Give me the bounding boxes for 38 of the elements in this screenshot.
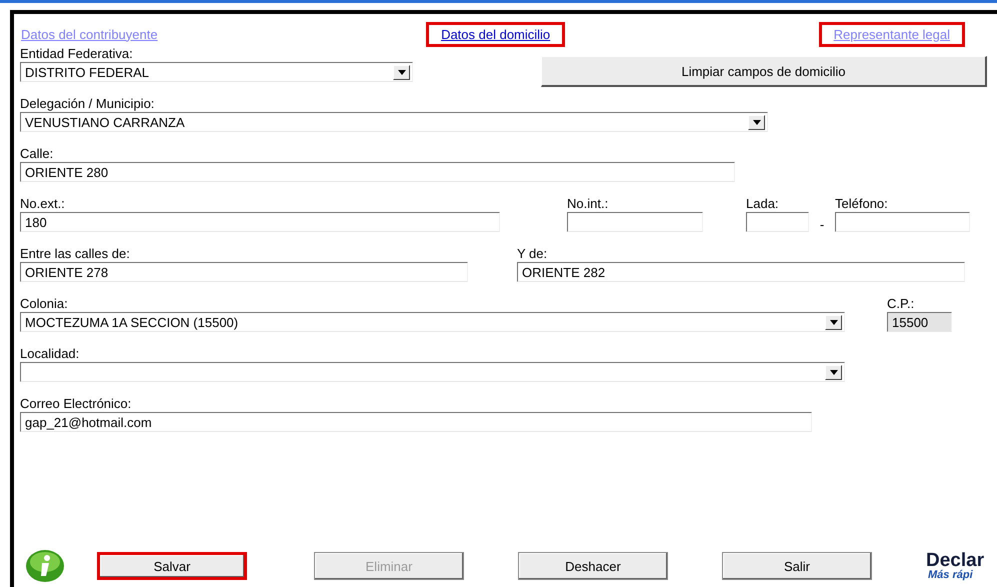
field-label: Correo Electrónico: <box>20 396 132 412</box>
field-label: Calle: <box>20 146 54 162</box>
input-field[interactable]: ORIENTE 278 <box>20 262 468 282</box>
caret-icon <box>830 320 838 324</box>
field-label: Entidad Federativa: <box>20 46 134 62</box>
caret-icon <box>830 370 838 374</box>
field-label: No.ext.: <box>20 196 66 212</box>
input-field[interactable] <box>835 212 970 232</box>
field-label: Teléfono: <box>835 196 889 212</box>
clear-fields-button[interactable]: Limpiar campos de domicilio <box>541 56 987 87</box>
field-label: Colonia: <box>20 296 69 312</box>
field-label: C.P.: <box>887 296 916 312</box>
field-label: Delegación / Municipio: <box>20 96 156 112</box>
phone-separator: - <box>818 217 826 232</box>
input-field[interactable]: ORIENTE 280 <box>20 162 735 182</box>
tab-link[interactable]: Datos del domicilio <box>426 22 566 46</box>
dropdown[interactable]: DISTRITO FEDERAL <box>20 62 413 82</box>
dropdown[interactable] <box>20 362 845 382</box>
input-field[interactable]: 180 <box>20 212 500 232</box>
caret-icon <box>752 120 760 124</box>
field-label: Localidad: <box>20 346 80 362</box>
dropdown[interactable]: VENUSTIANO CARRANZA <box>20 112 768 132</box>
dropdown[interactable]: MOCTEZUMA 1A SECCION (15500) <box>20 312 845 332</box>
field-label: Entre las calles de: <box>20 246 131 262</box>
input-field[interactable] <box>567 212 703 232</box>
input-field[interactable]: ORIENTE 282 <box>517 262 965 282</box>
action-button[interactable]: Deshacer <box>518 552 668 580</box>
action-button[interactable]: Salir <box>722 552 872 580</box>
field-label: Lada: <box>746 196 780 212</box>
field-label: No.int.: <box>567 196 610 212</box>
logo: Declar Más rápi <box>926 551 984 581</box>
readonly-field: 15500 <box>887 312 952 332</box>
action-button[interactable]: Salvar <box>97 552 247 580</box>
input-field[interactable] <box>746 212 809 232</box>
input-field[interactable]: gap_21@hotmail.com <box>20 412 812 432</box>
info-icon[interactable] <box>25 549 65 583</box>
field-label: Y de: <box>517 246 548 262</box>
caret-icon <box>398 70 406 74</box>
